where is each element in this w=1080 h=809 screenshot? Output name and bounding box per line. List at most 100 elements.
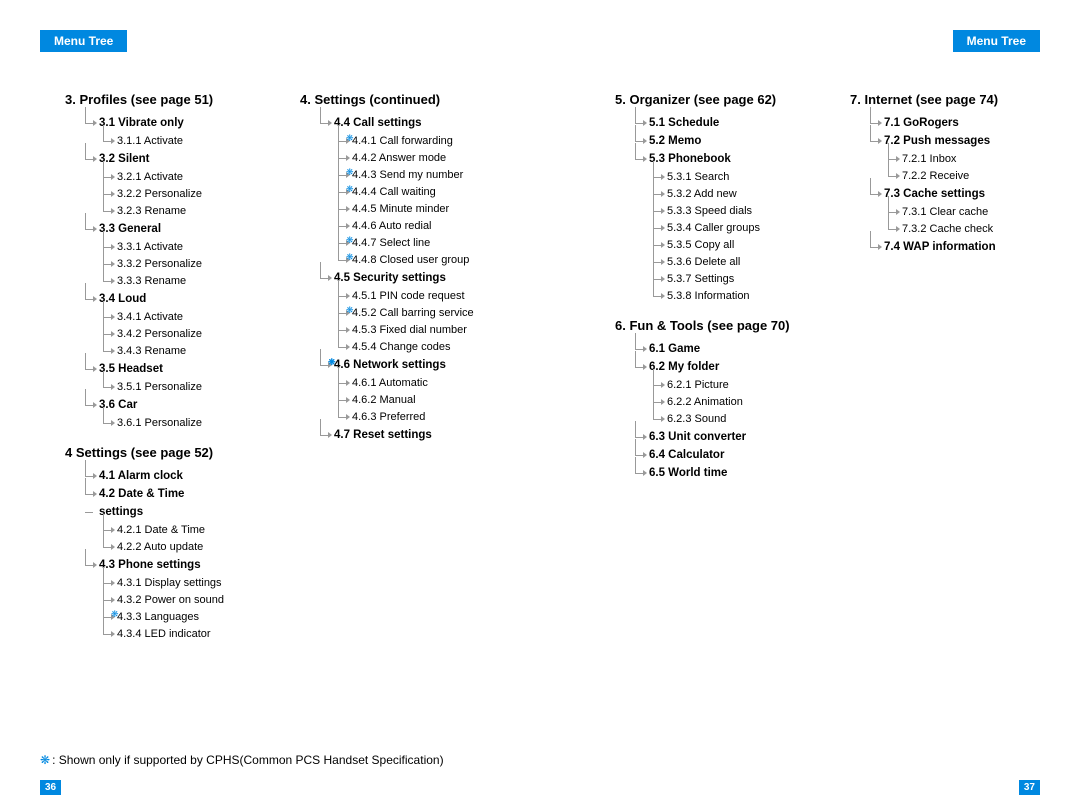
menu-item-level1: ❋4.6 Network settings: [300, 357, 520, 373]
menu-item-label: 4.2.1 Date & Time: [117, 522, 205, 538]
menu-item-level2: 5.3.7 Settings: [615, 271, 830, 287]
column-4: 7. Internet (see page 74) 7.1 GoRogers 7.2…: [850, 92, 1060, 643]
menu-item-level2: 7.3.2 Cache check: [850, 221, 1060, 237]
section-title: 4. Settings (continued): [300, 92, 520, 107]
menu-item-level2: 3.5.1 Personalize: [65, 379, 270, 395]
menu-item-label: 6.2.3 Sound: [667, 411, 726, 427]
menu-item-label: 6.3 Unit converter: [649, 431, 746, 443]
menu-item-label: 4.4.4 Call waiting: [352, 184, 436, 200]
column-3: 5. Organizer (see page 62) 5.1 Schedule 5.…: [615, 92, 830, 643]
menu-item-level2: 7.2.1 Inbox: [850, 151, 1060, 167]
menu-item-label: 4.4.1 Call forwarding: [352, 133, 453, 149]
menu-item-label: 4.5.1 PIN code request: [352, 288, 465, 304]
menu-item-level1: 3.3 General: [65, 221, 270, 237]
page-number-right: 37: [1019, 780, 1040, 795]
menu-item-level1-continued: settings: [65, 504, 270, 520]
menu-item-level2: 3.3.1 Activate: [65, 239, 270, 255]
menu-item-level1: 6.4 Calculator: [615, 447, 830, 463]
menu-item-level2: 4.5.3 Fixed dial number: [300, 322, 520, 338]
menu-item-level2: 4.4.2 Answer mode: [300, 150, 520, 166]
menu-item-level1: 7.1 GoRogers: [850, 115, 1060, 131]
section-title: 6. Fun & Tools (see page 70): [615, 318, 830, 333]
menu-item-label: 4.6.1 Automatic: [352, 375, 428, 391]
menu-item-label: 6.5 World time: [649, 467, 727, 479]
menu-item-level1: 5.2 Memo: [615, 133, 830, 149]
menu-item-label: 3.4 Loud: [99, 293, 146, 305]
menu-item-label: 4.5.2 Call barring service: [352, 305, 474, 321]
menu-item-level1: 7.2 Push messages: [850, 133, 1060, 149]
menu-item-level1: 6.1 Game: [615, 341, 830, 357]
menu-item-level1: 4.4 Call settings: [300, 115, 520, 131]
menu-item-label: 4.4.8 Closed user group: [352, 252, 469, 268]
menu-item-level2: 4.3.4 LED indicator: [65, 626, 270, 642]
menu-item-label: 5.3.5 Copy all: [667, 237, 734, 253]
menu-item-label: 4.6.3 Preferred: [352, 409, 425, 425]
menu-item-level2: 5.3.4 Caller groups: [615, 220, 830, 236]
menu-item-level1: 6.2 My folder: [615, 359, 830, 375]
menu-item-label: 4.6.2 Manual: [352, 392, 416, 408]
menu-item-label: 6.4 Calculator: [649, 449, 724, 461]
menu-item-label: 4.2.2 Auto update: [117, 539, 203, 555]
menu-item-level2: 7.3.1 Clear cache: [850, 204, 1060, 220]
menu-item-level1: 6.5 World time: [615, 465, 830, 481]
menu-item-label: 6.1 Game: [649, 343, 700, 355]
menu-item-label: 5.3.3 Speed dials: [667, 203, 752, 219]
menu-item-label: 4.5.3 Fixed dial number: [352, 322, 467, 338]
menu-item-level1: 3.2 Silent: [65, 151, 270, 167]
menu-item-level2: ❋4.4.1 Call forwarding: [300, 133, 520, 149]
section-title: 3. Profiles (see page 51): [65, 92, 270, 107]
menu-item-label: 7.2 Push messages: [884, 135, 990, 147]
menu-item-level1: 5.3 Phonebook: [615, 151, 830, 167]
menu-item-level1: 4.2 Date & Time: [65, 486, 270, 502]
column-2: 4. Settings (continued) 4.4 Call settings…: [300, 92, 520, 643]
footnote-star: ❋: [40, 753, 50, 767]
menu-item-label: 3.6.1 Personalize: [117, 415, 202, 431]
menu-item-level1: 7.4 WAP information: [850, 239, 1060, 255]
menu-item-level2: 5.3.3 Speed dials: [615, 203, 830, 219]
menu-item-label: 7.3.1 Clear cache: [902, 204, 988, 220]
menu-item-label: 7.2.1 Inbox: [902, 151, 956, 167]
menu-item-label: 4.5 Security settings: [334, 272, 446, 284]
page-number-left: 36: [40, 780, 61, 795]
menu-item-level2: 5.3.2 Add new: [615, 186, 830, 202]
menu-item-level2: 4.6.2 Manual: [300, 392, 520, 408]
menu-item-label: 6.2.1 Picture: [667, 377, 729, 393]
menu-item-level2: 3.2.3 Rename: [65, 203, 270, 219]
menu-item-label: 7.3 Cache settings: [884, 188, 985, 200]
menu-item-level1: 3.4 Loud: [65, 291, 270, 307]
menu-item-level2: 5.3.1 Search: [615, 169, 830, 185]
menu-item-label: 4.1 Alarm clock: [99, 470, 183, 482]
menu-item-level1: 4.3 Phone settings: [65, 557, 270, 573]
menu-item-level2: ❋4.3.3 Languages: [65, 609, 270, 625]
menu-item-label: 4.5.4 Change codes: [352, 339, 450, 355]
menu-item-label: 3.2.2 Personalize: [117, 186, 202, 202]
menu-item-label: 5.3 Phonebook: [649, 153, 731, 165]
menu-item-label: 4.2 Date & Time: [99, 488, 184, 500]
menu-item-label: 4.3 Phone settings: [99, 559, 201, 571]
menu-item-label: 3.6 Car: [99, 399, 137, 411]
header-tab-right: Menu Tree: [953, 30, 1040, 52]
menu-item-level2: ❋4.4.7 Select line: [300, 235, 520, 251]
menu-item-label: 3.3.1 Activate: [117, 239, 183, 255]
menu-item-label: 5.3.1 Search: [667, 169, 729, 185]
menu-item-level2: 4.3.1 Display settings: [65, 575, 270, 591]
menu-item-label: 5.3.7 Settings: [667, 271, 734, 287]
footer: 36 37: [40, 780, 1040, 795]
menu-item-label: 3.3 General: [99, 223, 161, 235]
menu-item-label: 4.4.6 Auto redial: [352, 218, 432, 234]
section-title: 7. Internet (see page 74): [850, 92, 1060, 107]
menu-item-label: 4.4.2 Answer mode: [352, 150, 446, 166]
menu-item-level1: 7.3 Cache settings: [850, 186, 1060, 202]
menu-item-level2: 5.3.5 Copy all: [615, 237, 830, 253]
menu-item-level1: 3.1 Vibrate only: [65, 115, 270, 131]
menu-item-level1: 6.3 Unit converter: [615, 429, 830, 445]
menu-item-level2: 5.3.8 Information: [615, 288, 830, 304]
menu-item-label: 4.6 Network settings: [334, 359, 446, 371]
menu-item-label: 5.1 Schedule: [649, 117, 719, 129]
menu-item-label: 4.7 Reset settings: [334, 429, 432, 441]
section-title: 5. Organizer (see page 62): [615, 92, 830, 107]
menu-item-label: 5.2 Memo: [649, 135, 701, 147]
menu-item-label: 4.3.3 Languages: [117, 609, 199, 625]
menu-item-level1: 3.6 Car: [65, 397, 270, 413]
menu-item-label: 5.3.8 Information: [667, 288, 750, 304]
